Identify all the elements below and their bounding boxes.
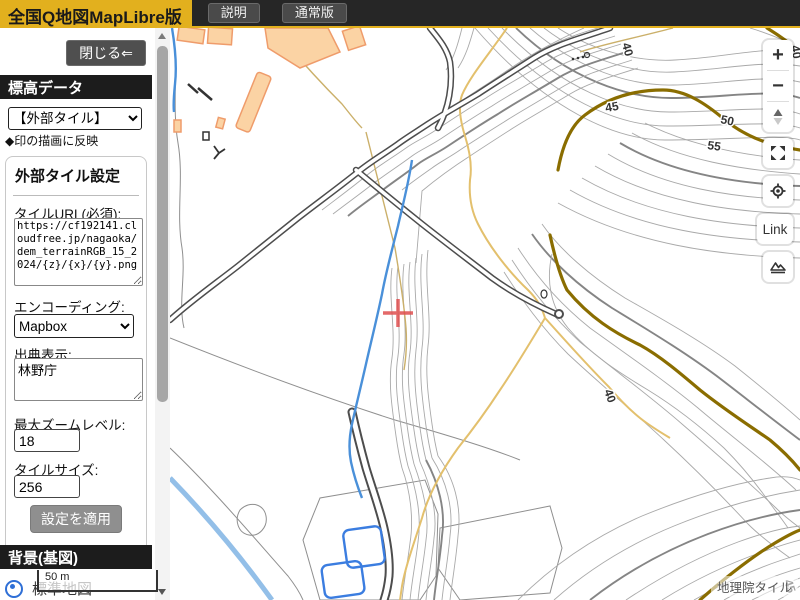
terrain-icon (769, 259, 787, 275)
map-attribution[interactable]: 地理院タイル (711, 576, 798, 597)
background-section-header: 背景(基図) (0, 545, 152, 569)
pitch-toggle-button[interactable] (763, 102, 793, 132)
scrollbar-thumb[interactable] (157, 46, 168, 402)
fullscreen-button[interactable] (763, 138, 793, 168)
elevation-section-header: 標高データ (0, 75, 152, 99)
terrain-control (763, 252, 793, 282)
geolocate-icon (770, 183, 786, 199)
fullscreen-icon (770, 145, 786, 161)
sidebar-content: 閉じる⇐ 標高データ 【外部タイル】 ◆印の描画に反映 外部タイル設定 タイルU… (0, 28, 155, 600)
up-triangle-icon (158, 33, 166, 39)
sidebar: 閉じる⇐ 標高データ 【外部タイル】 ◆印の描画に反映 外部タイル設定 タイルU… (0, 28, 170, 600)
field-boundaries (170, 43, 562, 600)
external-tile-panel: 外部タイル設定 タイルURL(必須): https://cf192141.clo… (5, 156, 147, 568)
panel-divider (13, 195, 139, 196)
apply-settings-button[interactable]: 設定を適用 (30, 505, 122, 533)
tile-url-textarea[interactable]: https://cf192141.cloudfree.jp/nagaoka/de… (14, 218, 143, 286)
basemap-radio[interactable] (5, 580, 23, 598)
max-zoom-input[interactable] (14, 429, 80, 452)
position-marker-icon (383, 299, 413, 327)
app-window: 40 45 50 55 40 45 40 + − (0, 0, 800, 600)
map-scale-bar: 50 m (37, 570, 158, 592)
sidebar-close-button[interactable]: 閉じる⇐ (66, 40, 146, 66)
pitch-arrows-icon (770, 108, 786, 126)
elevation-note: ◆印の描画に反映 (5, 132, 98, 149)
encoding-label: エンコーディング: (14, 296, 125, 316)
contour-label: 40 (601, 387, 619, 405)
map-canvas[interactable]: 40 45 50 55 40 45 40 (170, 28, 800, 600)
contour-lines-bowl (504, 123, 800, 558)
scrollbar-up-arrow[interactable] (155, 28, 170, 44)
encoding-select[interactable]: Mapbox (14, 314, 134, 338)
panel-heading: 外部タイル設定 (15, 165, 120, 186)
contour-lines-top (475, 28, 800, 140)
top-bar: 全国Q地図MapLibre版 説明 通常版 (0, 0, 800, 28)
dead-end-circle (555, 310, 563, 318)
nav-control-group: + − (763, 40, 793, 132)
contour-lines-bottom-road (402, 456, 459, 600)
down-triangle-icon (158, 589, 166, 595)
contour-lines-gully (390, 250, 438, 468)
buildings (174, 28, 366, 133)
contour-label: 40 (619, 41, 636, 58)
terrain-button[interactable] (763, 252, 793, 282)
zoom-out-button[interactable]: − (763, 71, 793, 101)
attribution-textarea[interactable]: 林野庁 (14, 358, 143, 401)
normal-version-button[interactable]: 通常版 (282, 3, 347, 23)
contour-label: 45 (604, 99, 620, 115)
geolocate-button[interactable] (763, 176, 793, 206)
water-lines (170, 28, 412, 600)
sidebar-scrollbar[interactable] (155, 28, 170, 600)
app-title: 全国Q地図MapLibre版 (0, 0, 192, 28)
zoom-in-button[interactable]: + (763, 40, 793, 70)
contour-label: 55 (707, 138, 722, 154)
geolocate-control (763, 176, 793, 206)
elevation-source-select[interactable]: 【外部タイル】 (8, 107, 142, 130)
map-container: 40 45 50 55 40 45 40 + − (170, 28, 800, 600)
fullscreen-control (763, 138, 793, 168)
tile-size-input[interactable] (14, 475, 80, 498)
link-control: Link (757, 214, 793, 244)
help-button[interactable]: 説明 (208, 3, 260, 23)
link-button[interactable]: Link (757, 214, 793, 244)
